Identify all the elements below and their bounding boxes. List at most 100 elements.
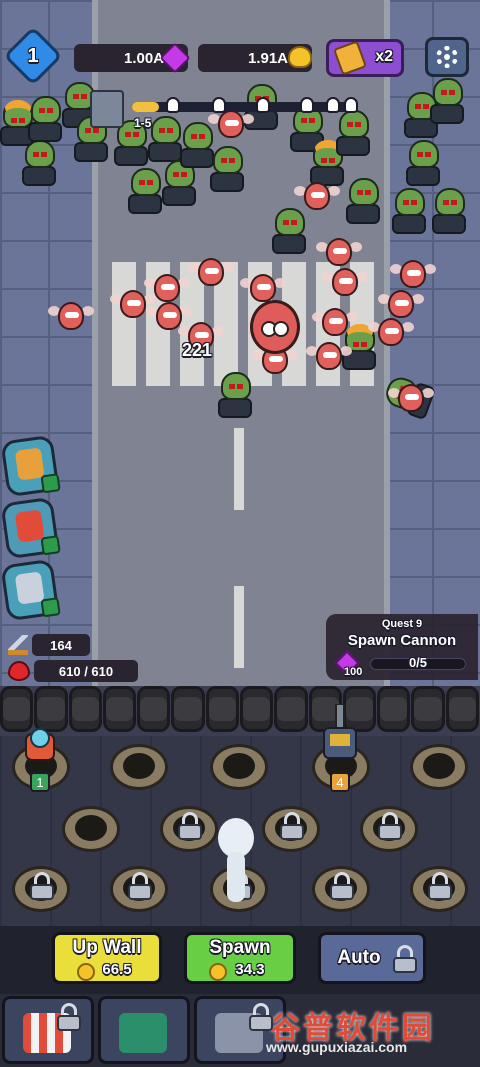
lock-icon	[30, 872, 54, 900]
turret-level-badge: 4	[330, 772, 350, 792]
nav-shop[interactable]	[2, 996, 94, 1064]
gold-value: 1.91A	[247, 49, 289, 67]
skull-icon	[300, 97, 314, 113]
zombie-enemy	[430, 78, 466, 126]
tire	[411, 686, 445, 732]
turret-slot[interactable]	[62, 806, 120, 852]
mosquito-enemy	[388, 384, 434, 418]
up-wall-button[interactable]: Up Wall 66.5	[52, 932, 162, 984]
gold-coin-icon	[288, 46, 312, 68]
boss-skull-icon	[344, 97, 358, 113]
boost-icon	[332, 40, 368, 76]
lock-icon	[57, 1003, 81, 1031]
ad-badge-icon	[40, 597, 61, 618]
lock-icon	[393, 945, 417, 973]
upgrade-tools-icon	[119, 1013, 167, 1053]
watermark: 谷普软件园 www.gupuxiazai.com	[262, 1003, 478, 1061]
gear-icon	[436, 46, 458, 68]
castle-icon	[90, 90, 124, 128]
heart-icon	[8, 661, 30, 681]
boss-mosquito-enemy	[250, 300, 306, 360]
nav-upgrades[interactable]	[98, 996, 190, 1064]
zombie-enemy	[432, 188, 468, 236]
spawn-cost: 34.3	[235, 961, 265, 978]
watermark-url: www.gupuxiazai.com	[266, 1039, 408, 1055]
turret-slot[interactable]	[410, 744, 468, 790]
tutorial-pointer-hand-icon	[212, 818, 260, 904]
lock-icon	[280, 812, 304, 840]
mosquito-enemy	[368, 318, 414, 352]
ability-shield[interactable]	[0, 558, 61, 622]
lock-icon	[128, 872, 152, 900]
zombie-enemy	[128, 168, 164, 216]
tire	[68, 686, 102, 732]
turret-level-badge: 1	[30, 772, 50, 792]
mosquito-enemy	[188, 258, 234, 292]
cannon-turret-icon	[25, 728, 55, 761]
wave-progress-fill	[132, 102, 159, 112]
ability-missile[interactable]	[0, 434, 61, 498]
player-level: 1	[27, 44, 39, 67]
rocket-icon	[14, 509, 45, 543]
ad-badge-icon	[40, 473, 61, 494]
lock-icon	[178, 812, 202, 840]
lock-icon	[378, 812, 402, 840]
boost-multiplier: x2	[375, 48, 393, 65]
mosquito-enemy	[316, 238, 362, 272]
zombie-enemy	[148, 116, 184, 164]
tire-wall	[0, 686, 480, 736]
ability-rocket[interactable]	[0, 496, 61, 560]
skull-icon	[326, 97, 340, 113]
ad-badge-icon	[40, 535, 61, 556]
mosquito-enemy	[48, 302, 94, 336]
lock-icon	[330, 872, 354, 900]
mosquito-enemy	[322, 268, 368, 302]
skull-icon	[256, 97, 270, 113]
lock-icon	[428, 872, 452, 900]
turret-slot[interactable]	[110, 744, 168, 790]
tire	[445, 686, 479, 732]
zombie-enemy	[218, 372, 254, 420]
mosquito-enemy	[208, 110, 254, 144]
health-stat: 610 / 610	[8, 659, 138, 683]
cannon-turret[interactable]	[18, 716, 62, 768]
zombie-enemy	[28, 96, 64, 144]
quest-progress: 0/5	[408, 655, 428, 670]
auto-button[interactable]: Auto	[318, 932, 426, 984]
tire	[102, 686, 137, 732]
lock-icon	[249, 1003, 273, 1031]
cannon-turret[interactable]	[318, 703, 362, 759]
mosquito-enemy	[390, 260, 436, 294]
quest-name: Spawn Cannon	[347, 632, 457, 649]
quest-reward: 100	[344, 666, 363, 678]
robot-icon	[14, 571, 45, 605]
mosquito-enemy	[294, 182, 340, 216]
spawn-button[interactable]: Spawn 34.3	[184, 932, 296, 984]
tire	[377, 686, 411, 732]
attack-stat: 164	[8, 633, 90, 657]
zombie-enemy	[392, 188, 428, 236]
turret-slot[interactable]	[210, 744, 268, 790]
skull-icon	[166, 97, 180, 113]
up-wall-cost: 66.5	[102, 961, 132, 978]
tire	[274, 686, 308, 732]
quest-panel[interactable]: Quest 9 Spawn Cannon 100 0/5	[326, 614, 478, 680]
tire	[171, 686, 205, 732]
sword-icon	[8, 635, 28, 655]
spawn-label: Spawn	[209, 937, 271, 958]
quest-title: Quest 9	[381, 618, 423, 630]
mosquito-enemy	[306, 342, 352, 376]
damage-number: 221	[182, 340, 213, 360]
lane-marking	[234, 586, 244, 668]
mosquito-enemy	[110, 290, 156, 324]
crosswalk-stripe	[112, 262, 136, 386]
zombie-enemy	[406, 140, 442, 188]
zombie-enemy	[336, 110, 372, 158]
skull-icon	[212, 97, 226, 113]
lane-marking	[234, 428, 244, 510]
gems-value: 1.00A	[123, 49, 165, 67]
health-value: 610 / 610	[34, 660, 138, 682]
settings-button[interactable]	[425, 37, 469, 77]
mosquito-enemy	[312, 308, 358, 342]
boost-button[interactable]: x2	[326, 39, 404, 77]
